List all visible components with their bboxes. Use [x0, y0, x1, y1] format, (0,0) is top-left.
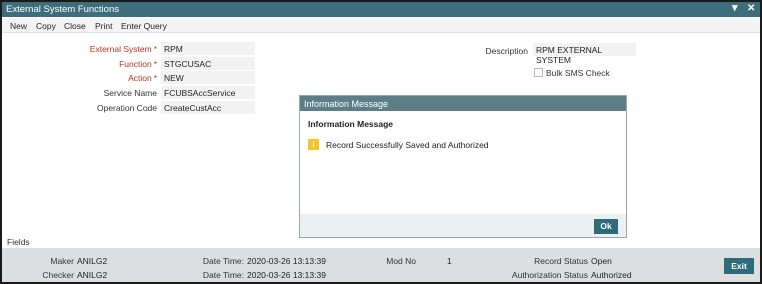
description-label: Description [485, 46, 528, 56]
action-label: Action * [128, 73, 157, 83]
external-system-field[interactable]: RPM [161, 42, 255, 55]
menu-bar: New Copy Close Print Enter Query [2, 18, 760, 33]
window-title: External System Functions [6, 4, 119, 15]
audit-footer: Maker ANILG2 Checker ANILG2 Date Time: 2… [2, 248, 760, 282]
fields-link[interactable]: Fields [7, 237, 30, 247]
ok-button[interactable]: Ok [594, 219, 618, 234]
mod-no-label: Mod No [386, 256, 416, 266]
dialog-message: Record Successfully Saved and Authorized [326, 140, 489, 150]
dialog-heading: Information Message [308, 119, 394, 129]
service-name-label: Service Name [103, 88, 157, 98]
mod-no-value: 1 [447, 256, 452, 266]
action-field[interactable]: NEW [161, 71, 255, 84]
record-status-label: Record Status [534, 256, 588, 266]
checker-value: ANILG2 [77, 270, 108, 280]
dialog-footer: Ok [300, 214, 626, 237]
menu-new[interactable]: New [10, 21, 27, 31]
menu-print[interactable]: Print [95, 21, 112, 31]
record-status-value: Open [591, 256, 612, 266]
minimize-icon[interactable]: ▾ [732, 1, 738, 14]
function-label: Function * [119, 59, 157, 69]
bulk-sms-label: Bulk SMS Check [546, 68, 610, 78]
maker-label: Maker [50, 256, 74, 266]
service-name-field[interactable]: FCUBSAccService [161, 86, 255, 99]
checker-date-time-value: 2020-03-26 13:13:39 [247, 270, 326, 280]
menu-copy[interactable]: Copy [36, 21, 56, 31]
function-field[interactable]: STGCUSAC [161, 57, 255, 70]
exit-button[interactable]: Exit [724, 258, 754, 274]
authorization-status-value: Authorized [591, 270, 632, 280]
menu-enter-query[interactable]: Enter Query [121, 21, 167, 31]
operation-code-field[interactable]: CreateCustAcc [161, 101, 255, 114]
maker-value: ANILG2 [77, 256, 108, 266]
checker-date-time-label: Date Time: [202, 270, 244, 280]
operation-code-label: Operation Code [96, 103, 157, 113]
information-dialog: Information Message Information Message … [299, 95, 627, 238]
external-system-label: External System * [89, 44, 157, 54]
authorization-status-label: Authorization Status [511, 270, 588, 280]
menu-close[interactable]: Close [64, 21, 86, 31]
info-icon: i [308, 139, 319, 150]
close-icon[interactable]: ✕ [747, 3, 755, 14]
bulk-sms-checkbox[interactable] [534, 68, 543, 77]
description-field[interactable]: RPM EXTERNAL SYSTEM [533, 43, 636, 65]
dialog-title: Information Message [300, 96, 626, 111]
window-frame: External System Functions ▾ ✕ New Copy C… [0, 0, 762, 284]
checker-label: Checker [42, 270, 74, 280]
title-bar: External System Functions ▾ ✕ [2, 2, 760, 17]
maker-date-time-label: Date Time: [202, 256, 244, 266]
maker-date-time-value: 2020-03-26 13:13:39 [247, 256, 326, 266]
